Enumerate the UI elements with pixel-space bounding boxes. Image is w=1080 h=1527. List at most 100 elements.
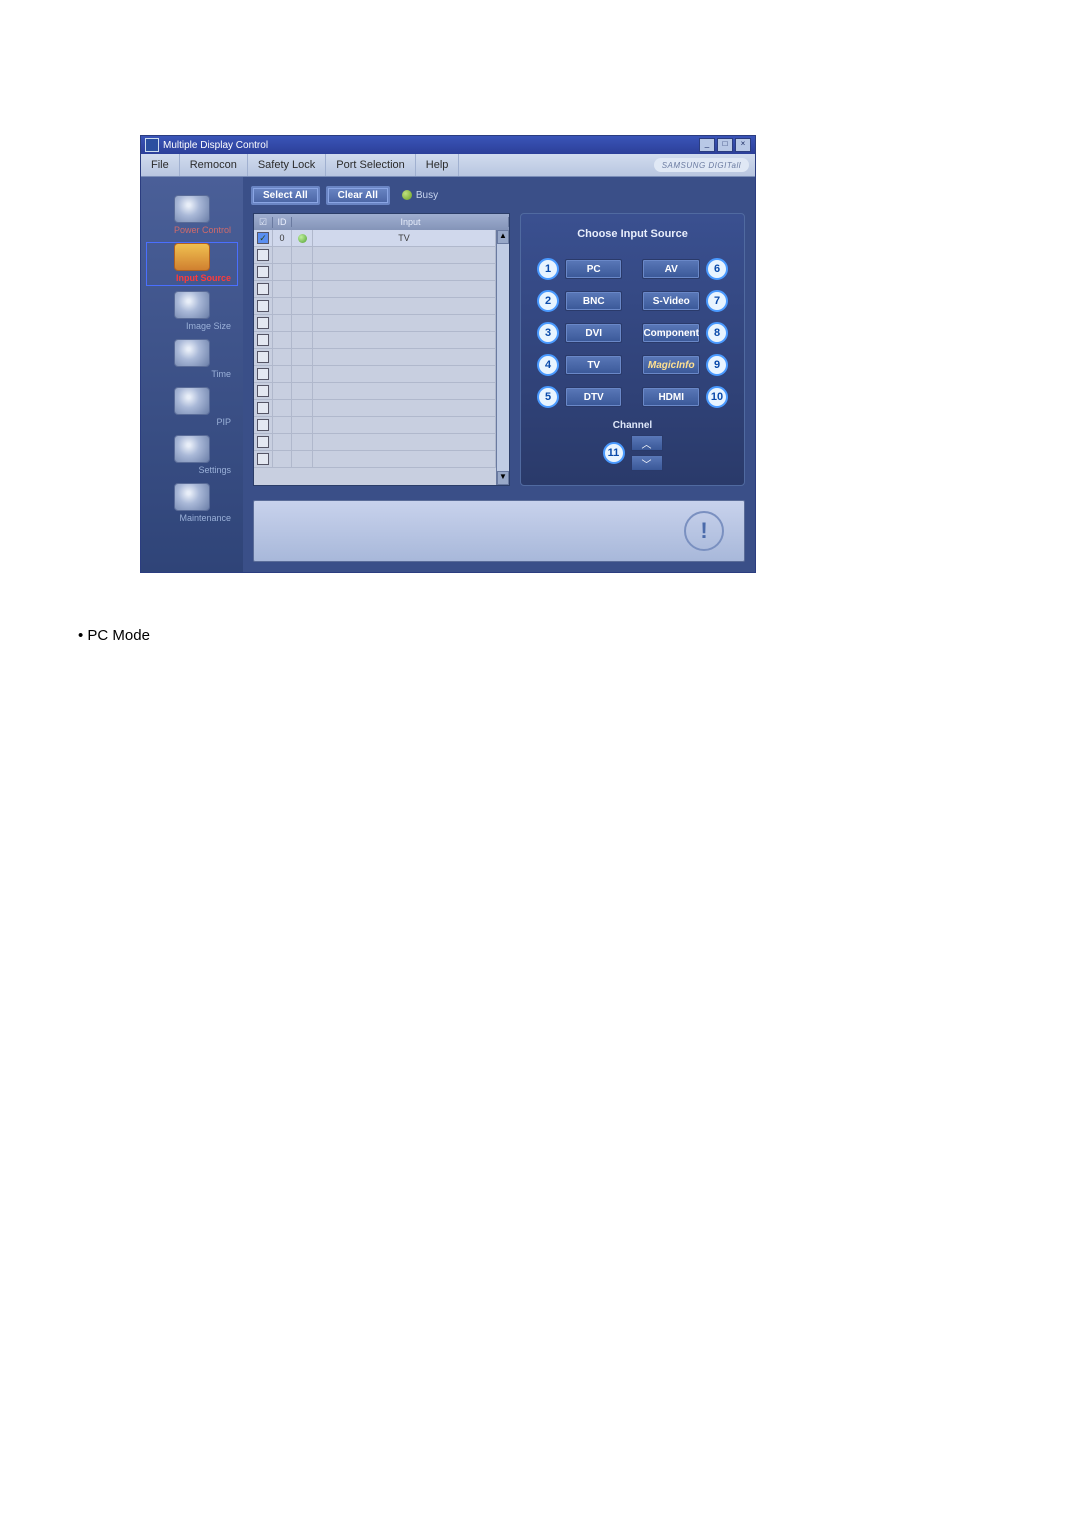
sidebar-item-label: Power Control: [147, 225, 237, 235]
sidebar-item-maintenance[interactable]: Maintenance: [147, 483, 237, 525]
menu-help[interactable]: Help: [416, 154, 460, 176]
row-checkbox-cell[interactable]: [254, 451, 273, 467]
row-checkbox-cell[interactable]: [254, 434, 273, 450]
input-dvi-button[interactable]: DVI: [565, 323, 622, 343]
checkbox[interactable]: [257, 300, 269, 312]
table-row[interactable]: [254, 247, 496, 264]
pip-icon: [174, 387, 210, 415]
row-checkbox-cell[interactable]: [254, 400, 273, 416]
table-row[interactable]: [254, 264, 496, 281]
sidebar-item-pip[interactable]: PIP: [147, 387, 237, 429]
checkbox[interactable]: [257, 351, 269, 363]
table-row[interactable]: [254, 298, 496, 315]
row-status: [292, 281, 313, 297]
clear-all-button[interactable]: Clear All: [326, 186, 390, 205]
row-status: [292, 417, 313, 433]
row-checkbox-cell[interactable]: [254, 383, 273, 399]
panel-title: Choose Input Source: [533, 228, 732, 240]
sidebar-item-power-control[interactable]: Power Control: [147, 195, 237, 237]
callout-number: 9: [706, 354, 728, 376]
checkbox[interactable]: [257, 232, 269, 244]
row-checkbox-cell[interactable]: [254, 281, 273, 297]
input-tv-button[interactable]: TV: [565, 355, 622, 375]
app-window: Multiple Display Control _ □ × File Remo…: [140, 135, 756, 573]
checkbox[interactable]: [257, 436, 269, 448]
close-button[interactable]: ×: [735, 138, 751, 152]
sidebar-item-settings[interactable]: Settings: [147, 435, 237, 477]
menu-port-selection[interactable]: Port Selection: [326, 154, 415, 176]
scroll-down-button[interactable]: ▼: [497, 471, 509, 485]
select-all-button[interactable]: Select All: [251, 186, 320, 205]
checkbox[interactable]: [257, 419, 269, 431]
row-id: [273, 281, 292, 297]
row-checkbox-cell[interactable]: [254, 417, 273, 433]
input-av-button[interactable]: AV: [642, 259, 700, 279]
input-bnc-button[interactable]: BNC: [565, 291, 622, 311]
channel-down-button[interactable]: ﹀: [631, 455, 663, 471]
menu-safety-lock[interactable]: Safety Lock: [248, 154, 326, 176]
table-row[interactable]: [254, 434, 496, 451]
input-dtv-button[interactable]: DTV: [565, 387, 622, 407]
checkbox[interactable]: [257, 368, 269, 380]
input-pc-button[interactable]: PC: [565, 259, 622, 279]
table-row[interactable]: [254, 417, 496, 434]
input-option: 3 DVI: [537, 322, 622, 344]
table-row[interactable]: [254, 451, 496, 468]
callout-number: 3: [537, 322, 559, 344]
maximize-button[interactable]: □: [717, 138, 733, 152]
row-input: [313, 434, 496, 450]
sidebar-item-input-source[interactable]: Input Source: [147, 243, 237, 285]
menu-remocon[interactable]: Remocon: [180, 154, 248, 176]
menu-file[interactable]: File: [141, 154, 180, 176]
callout-number: 6: [706, 258, 728, 280]
table-row[interactable]: [254, 383, 496, 400]
image-size-icon: [174, 291, 210, 319]
minimize-button[interactable]: _: [699, 138, 715, 152]
input-component-button[interactable]: Component: [642, 323, 700, 343]
input-option: 2BNC: [537, 290, 622, 312]
table-row[interactable]: [254, 281, 496, 298]
table-row[interactable]: [254, 400, 496, 417]
table-row[interactable]: 0TV: [254, 230, 496, 247]
checkbox[interactable]: [257, 385, 269, 397]
scroll-up-button[interactable]: ▲: [497, 230, 509, 244]
row-id: [273, 349, 292, 365]
row-id: [273, 264, 292, 280]
table-row[interactable]: [254, 349, 496, 366]
row-checkbox-cell[interactable]: [254, 230, 273, 246]
row-checkbox-cell[interactable]: [254, 332, 273, 348]
row-status: [292, 230, 313, 246]
checkbox[interactable]: [257, 249, 269, 261]
row-checkbox-cell[interactable]: [254, 366, 273, 382]
input-s-video-button[interactable]: S-Video: [642, 291, 700, 311]
checkbox[interactable]: [257, 402, 269, 414]
row-checkbox-cell[interactable]: [254, 349, 273, 365]
row-checkbox-cell[interactable]: [254, 247, 273, 263]
checkbox[interactable]: [257, 334, 269, 346]
sidebar-item-label: Input Source: [147, 273, 237, 283]
input-source-icon: [174, 243, 210, 271]
table-row[interactable]: [254, 366, 496, 383]
callout-number: 8: [706, 322, 728, 344]
scroll-track[interactable]: [497, 244, 509, 471]
checkbox[interactable]: [257, 317, 269, 329]
scrollbar[interactable]: ▲ ▼: [496, 230, 509, 485]
table-row[interactable]: [254, 315, 496, 332]
row-checkbox-cell[interactable]: [254, 264, 273, 280]
channel-up-button[interactable]: ︿: [631, 435, 663, 451]
row-status: [292, 400, 313, 416]
input-hdmi-button[interactable]: HDMI: [642, 387, 700, 407]
checkbox[interactable]: [257, 283, 269, 295]
row-id: [273, 366, 292, 382]
row-id: [273, 417, 292, 433]
sidebar-item-time[interactable]: Time: [147, 339, 237, 381]
checkbox[interactable]: [257, 266, 269, 278]
table-row[interactable]: [254, 332, 496, 349]
row-checkbox-cell[interactable]: [254, 298, 273, 314]
checkbox[interactable]: [257, 453, 269, 465]
sidebar-item-label: Time: [147, 369, 237, 379]
input-magicinfo-button[interactable]: MagicInfo: [642, 355, 700, 375]
sidebar-item-image-size[interactable]: Image Size: [147, 291, 237, 333]
input-option: 1PC: [537, 258, 622, 280]
row-checkbox-cell[interactable]: [254, 315, 273, 331]
